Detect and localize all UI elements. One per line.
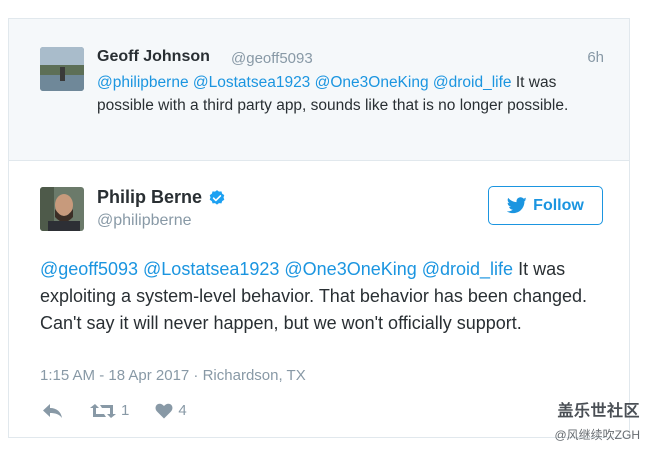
twitter-bird-icon bbox=[507, 197, 527, 214]
main-author-name[interactable]: Philip Berne bbox=[97, 187, 202, 208]
main-author-name-row[interactable]: Philip Berne bbox=[97, 187, 226, 208]
tweet-actions: 1 4 bbox=[42, 402, 213, 419]
philip-avatar[interactable] bbox=[40, 187, 84, 231]
reply-icon bbox=[43, 403, 62, 418]
main-mentions[interactable]: @geoff5093 @Lostatsea1923 @One3OneKing @… bbox=[40, 259, 513, 279]
parent-mentions[interactable]: @philipberne @Lostatsea1923 @One3OneKing… bbox=[97, 74, 512, 91]
watermark: 盖乐世社区 @风继续吹ZGH bbox=[554, 397, 640, 443]
main-author-handle[interactable]: @philipberne bbox=[97, 212, 192, 230]
retweet-button[interactable]: 1 bbox=[90, 402, 129, 419]
parent-author-name[interactable]: Geoff Johnson bbox=[97, 48, 210, 66]
main-tweet-text: @geoff5093 @Lostatsea1923 @One3OneKing @… bbox=[40, 256, 605, 337]
parent-author-handle[interactable]: @geoff5093 bbox=[231, 50, 313, 67]
watermark-title: 盖乐世社区 bbox=[557, 403, 640, 420]
heart-icon bbox=[155, 403, 173, 418]
like-button[interactable]: 4 bbox=[155, 402, 187, 419]
main-tweet: Philip Berne @philipberne Follow @geoff5… bbox=[9, 162, 629, 439]
reply-button[interactable] bbox=[42, 403, 64, 419]
parent-timestamp[interactable]: 6h bbox=[587, 49, 604, 66]
watermark-subtitle: @风继续吹ZGH bbox=[554, 428, 640, 442]
tweet-card: Geoff Johnson @geoff5093 6h @philipberne… bbox=[8, 18, 630, 438]
follow-button[interactable]: Follow bbox=[488, 186, 603, 225]
verified-badge-icon bbox=[209, 189, 225, 205]
parent-tweet-text: @philipberne @Lostatsea1923 @One3OneKing… bbox=[97, 71, 607, 117]
retweet-count: 1 bbox=[121, 402, 130, 419]
like-count: 4 bbox=[178, 402, 187, 419]
retweet-icon bbox=[90, 403, 116, 418]
geoff-avatar[interactable] bbox=[40, 47, 84, 91]
parent-tweet[interactable]: Geoff Johnson @geoff5093 6h @philipberne… bbox=[9, 19, 629, 161]
tweet-meta[interactable]: 1:15 AM - 18 Apr 2017 · Richardson, TX bbox=[40, 367, 306, 384]
follow-label: Follow bbox=[533, 196, 584, 214]
